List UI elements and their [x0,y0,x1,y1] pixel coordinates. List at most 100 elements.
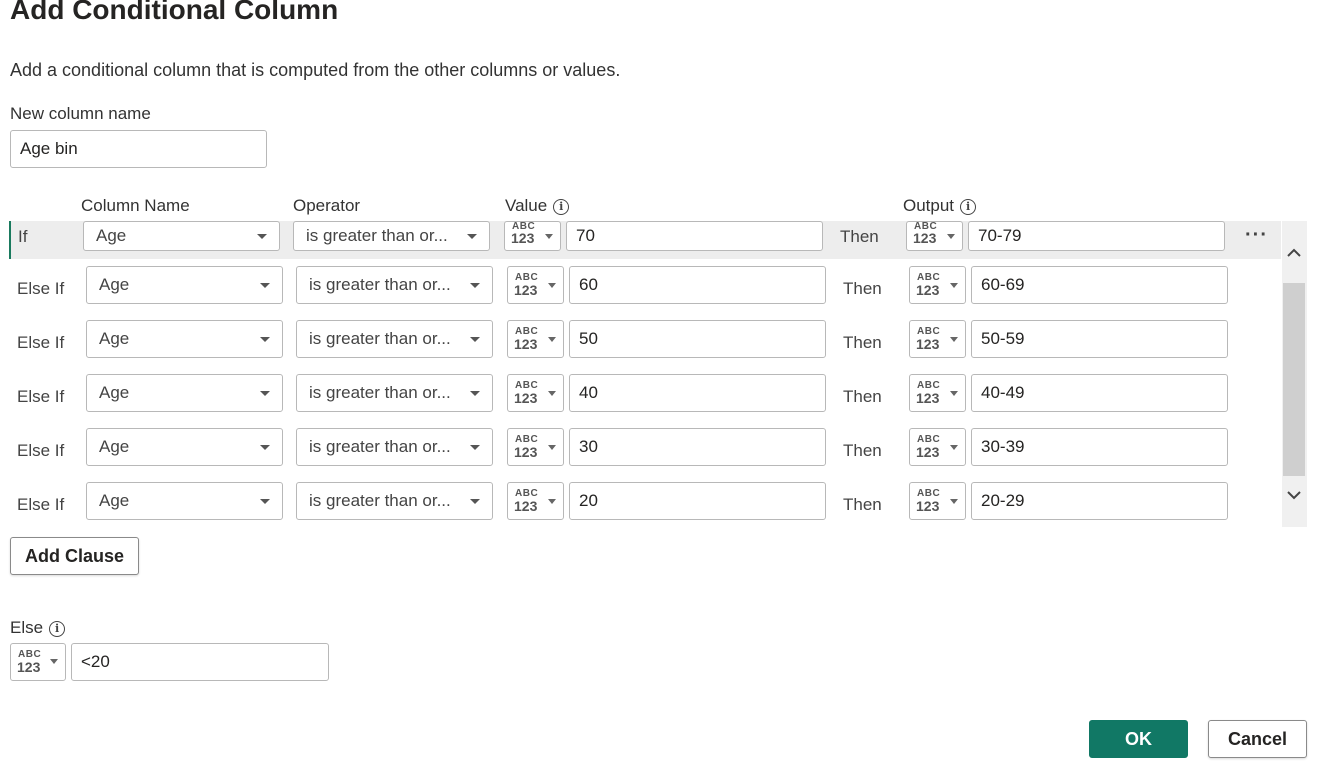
chevron-down-icon [548,283,556,288]
chevron-down-icon [50,659,58,664]
output-type-selector[interactable]: ABC 123 [909,428,966,466]
operator-value: is greater than or... [309,437,451,456]
operator-dropdown[interactable]: is greater than or... [296,266,493,304]
then-label: Then [843,279,882,298]
chevron-down-icon [950,337,958,342]
column-name-value: Age [99,383,130,402]
value-input[interactable] [569,320,826,358]
type-123-label: 123 [514,336,538,352]
scroll-down-icon[interactable] [1286,487,1302,503]
chevron-down-icon [950,283,958,288]
info-icon[interactable]: i [49,620,66,637]
chevron-down-icon [950,445,958,450]
dialog-subtitle: Add a conditional column that is compute… [10,60,621,80]
value-type-selector[interactable]: ABC 123 [507,482,564,520]
add-clause-button[interactable]: Add Clause [10,537,139,575]
else-type-selector[interactable]: ABC 123 [10,643,66,681]
column-name-dropdown[interactable]: Age [83,221,280,251]
chevron-down-icon [257,234,267,239]
then-label: Then [843,333,882,352]
value-type-selector[interactable]: ABC 123 [507,428,564,466]
column-name-value: Age [99,491,130,510]
chevron-down-icon [470,499,480,504]
output-input[interactable] [971,374,1228,412]
more-options-icon[interactable]: ··· [1245,224,1268,247]
output-input[interactable] [971,266,1228,304]
output-type-selector[interactable]: ABC 123 [909,320,966,358]
new-column-name-input[interactable] [10,130,267,168]
value-input[interactable] [569,374,826,412]
column-name-dropdown[interactable]: Age [86,266,283,304]
column-name-header: Column Name [81,196,190,215]
value-type-selector[interactable]: ABC 123 [507,266,564,304]
new-column-name-label: New column name [10,104,151,123]
operator-header: Operator [293,196,361,215]
type-123-label: 123 [916,444,940,460]
operator-dropdown[interactable]: is greater than or... [296,428,493,466]
chevron-down-icon [548,445,556,450]
chevron-down-icon [260,499,270,504]
operator-value: is greater than or... [309,491,451,510]
column-name-dropdown[interactable]: Age [86,482,283,520]
output-type-selector[interactable]: ABC 123 [906,221,963,251]
value-input[interactable] [566,221,823,251]
column-name-dropdown[interactable]: Age [86,374,283,412]
type-123-label: 123 [514,498,538,514]
chevron-down-icon [545,234,553,239]
operator-dropdown[interactable]: is greater than or... [296,320,493,358]
output-input[interactable] [968,221,1225,251]
operator-dropdown[interactable]: is greater than or... [296,482,493,520]
type-123-label: 123 [916,282,940,298]
type-123-label: 123 [916,498,940,514]
chevron-down-icon [260,283,270,288]
value-input[interactable] [569,428,826,466]
operator-dropdown[interactable]: is greater than or... [293,221,490,251]
output-header: Output i [903,196,977,216]
chevron-down-icon [548,499,556,504]
output-type-selector[interactable]: ABC 123 [909,266,966,304]
value-input[interactable] [569,266,826,304]
chevron-down-icon [470,283,480,288]
type-123-label: 123 [913,230,937,246]
type-123-label: 123 [916,336,940,352]
else-value-input[interactable] [71,643,329,681]
chevron-down-icon [260,337,270,342]
clause-keyword: Else If [17,279,65,298]
output-input[interactable] [971,320,1228,358]
info-icon[interactable]: i [553,198,570,215]
then-label: Then [843,387,882,406]
chevron-down-icon [950,499,958,504]
info-icon[interactable]: i [960,198,977,215]
ok-button[interactable]: OK [1089,720,1188,758]
type-123-label: 123 [511,230,535,246]
scrollbar-thumb[interactable] [1283,283,1305,476]
clause-keyword: Else If [17,495,65,514]
column-name-value: Age [99,275,130,294]
clause-keyword: Else If [17,333,65,352]
clause-keyword: Else If [17,441,65,460]
value-header-label: Value [505,196,548,215]
operator-value: is greater than or... [309,383,451,402]
column-name-dropdown[interactable]: Age [86,428,283,466]
output-input[interactable] [971,428,1228,466]
cancel-button[interactable]: Cancel [1208,720,1307,758]
output-type-selector[interactable]: ABC 123 [909,482,966,520]
value-input[interactable] [569,482,826,520]
type-123-label: 123 [17,659,41,675]
output-type-selector[interactable]: ABC 123 [909,374,966,412]
value-type-selector[interactable]: ABC 123 [507,374,564,412]
column-name-dropdown[interactable]: Age [86,320,283,358]
chevron-down-icon [260,445,270,450]
operator-value: is greater than or... [306,226,448,245]
output-input[interactable] [971,482,1228,520]
type-123-label: 123 [514,282,538,298]
chevron-down-icon [470,445,480,450]
scroll-up-icon[interactable] [1286,245,1302,261]
output-header-label: Output [903,196,955,215]
value-type-selector[interactable]: ABC 123 [504,221,561,251]
chevron-down-icon [950,391,958,396]
type-123-label: 123 [514,444,538,460]
dialog-title: Add Conditional Column [10,0,339,25]
value-type-selector[interactable]: ABC 123 [507,320,564,358]
operator-dropdown[interactable]: is greater than or... [296,374,493,412]
